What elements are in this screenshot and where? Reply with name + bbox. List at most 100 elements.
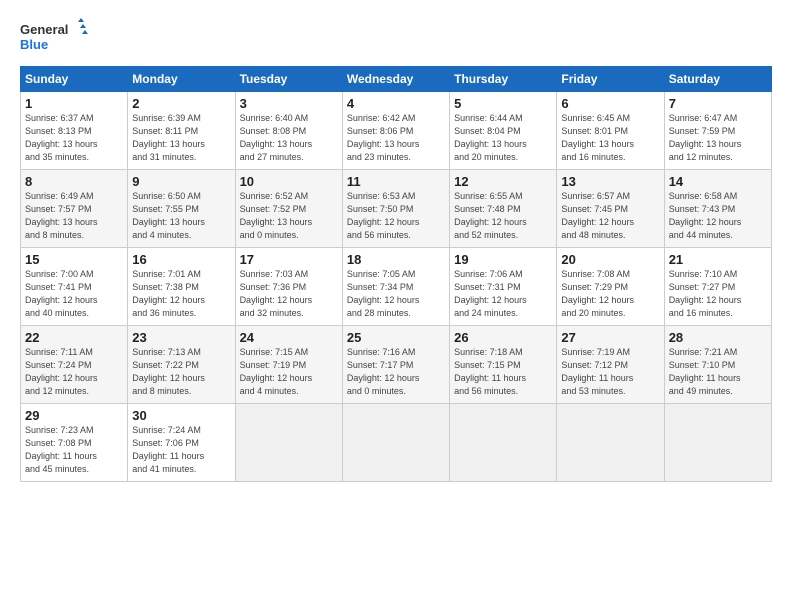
day-number: 24 (240, 330, 338, 345)
day-info: Sunrise: 6:49 AMSunset: 7:57 PMDaylight:… (25, 190, 123, 242)
col-header-thursday: Thursday (450, 67, 557, 92)
day-info: Sunrise: 7:05 AMSunset: 7:34 PMDaylight:… (347, 268, 445, 320)
day-info: Sunrise: 7:03 AMSunset: 7:36 PMDaylight:… (240, 268, 338, 320)
col-header-wednesday: Wednesday (342, 67, 449, 92)
day-info: Sunrise: 7:23 AMSunset: 7:08 PMDaylight:… (25, 424, 123, 476)
day-info: Sunrise: 6:42 AMSunset: 8:06 PMDaylight:… (347, 112, 445, 164)
day-cell: 5Sunrise: 6:44 AMSunset: 8:04 PMDaylight… (450, 92, 557, 170)
week-row-2: 8Sunrise: 6:49 AMSunset: 7:57 PMDaylight… (21, 170, 772, 248)
day-cell: 22Sunrise: 7:11 AMSunset: 7:24 PMDayligh… (21, 326, 128, 404)
col-header-saturday: Saturday (664, 67, 771, 92)
day-number: 10 (240, 174, 338, 189)
day-number: 11 (347, 174, 445, 189)
calendar-table: SundayMondayTuesdayWednesdayThursdayFrid… (20, 66, 772, 482)
day-info: Sunrise: 7:13 AMSunset: 7:22 PMDaylight:… (132, 346, 230, 398)
day-info: Sunrise: 7:19 AMSunset: 7:12 PMDaylight:… (561, 346, 659, 398)
day-number: 23 (132, 330, 230, 345)
day-number: 13 (561, 174, 659, 189)
day-cell (664, 404, 771, 482)
day-cell: 26Sunrise: 7:18 AMSunset: 7:15 PMDayligh… (450, 326, 557, 404)
day-info: Sunrise: 6:52 AMSunset: 7:52 PMDaylight:… (240, 190, 338, 242)
day-info: Sunrise: 7:00 AMSunset: 7:41 PMDaylight:… (25, 268, 123, 320)
day-cell: 27Sunrise: 7:19 AMSunset: 7:12 PMDayligh… (557, 326, 664, 404)
day-cell: 13Sunrise: 6:57 AMSunset: 7:45 PMDayligh… (557, 170, 664, 248)
day-number: 12 (454, 174, 552, 189)
col-header-friday: Friday (557, 67, 664, 92)
day-cell: 1Sunrise: 6:37 AMSunset: 8:13 PMDaylight… (21, 92, 128, 170)
day-number: 16 (132, 252, 230, 267)
day-number: 18 (347, 252, 445, 267)
day-cell: 30Sunrise: 7:24 AMSunset: 7:06 PMDayligh… (128, 404, 235, 482)
day-info: Sunrise: 6:44 AMSunset: 8:04 PMDaylight:… (454, 112, 552, 164)
header: General Blue (20, 18, 772, 56)
week-row-1: 1Sunrise: 6:37 AMSunset: 8:13 PMDaylight… (21, 92, 772, 170)
day-cell: 6Sunrise: 6:45 AMSunset: 8:01 PMDaylight… (557, 92, 664, 170)
day-number: 21 (669, 252, 767, 267)
day-number: 1 (25, 96, 123, 111)
day-info: Sunrise: 7:24 AMSunset: 7:06 PMDaylight:… (132, 424, 230, 476)
day-cell: 25Sunrise: 7:16 AMSunset: 7:17 PMDayligh… (342, 326, 449, 404)
day-cell: 23Sunrise: 7:13 AMSunset: 7:22 PMDayligh… (128, 326, 235, 404)
day-number: 3 (240, 96, 338, 111)
day-info: Sunrise: 6:53 AMSunset: 7:50 PMDaylight:… (347, 190, 445, 242)
day-info: Sunrise: 6:55 AMSunset: 7:48 PMDaylight:… (454, 190, 552, 242)
day-info: Sunrise: 7:10 AMSunset: 7:27 PMDaylight:… (669, 268, 767, 320)
day-cell: 3Sunrise: 6:40 AMSunset: 8:08 PMDaylight… (235, 92, 342, 170)
day-cell: 9Sunrise: 6:50 AMSunset: 7:55 PMDaylight… (128, 170, 235, 248)
day-info: Sunrise: 7:18 AMSunset: 7:15 PMDaylight:… (454, 346, 552, 398)
day-number: 8 (25, 174, 123, 189)
day-info: Sunrise: 6:47 AMSunset: 7:59 PMDaylight:… (669, 112, 767, 164)
day-cell: 21Sunrise: 7:10 AMSunset: 7:27 PMDayligh… (664, 248, 771, 326)
day-number: 17 (240, 252, 338, 267)
day-number: 29 (25, 408, 123, 423)
day-info: Sunrise: 7:08 AMSunset: 7:29 PMDaylight:… (561, 268, 659, 320)
col-header-monday: Monday (128, 67, 235, 92)
day-number: 5 (454, 96, 552, 111)
day-number: 20 (561, 252, 659, 267)
day-info: Sunrise: 6:37 AMSunset: 8:13 PMDaylight:… (25, 112, 123, 164)
day-cell: 10Sunrise: 6:52 AMSunset: 7:52 PMDayligh… (235, 170, 342, 248)
day-cell (342, 404, 449, 482)
day-cell: 17Sunrise: 7:03 AMSunset: 7:36 PMDayligh… (235, 248, 342, 326)
day-cell (557, 404, 664, 482)
day-cell: 18Sunrise: 7:05 AMSunset: 7:34 PMDayligh… (342, 248, 449, 326)
day-cell: 20Sunrise: 7:08 AMSunset: 7:29 PMDayligh… (557, 248, 664, 326)
logo: General Blue (20, 18, 90, 56)
col-header-tuesday: Tuesday (235, 67, 342, 92)
day-info: Sunrise: 7:01 AMSunset: 7:38 PMDaylight:… (132, 268, 230, 320)
day-cell: 4Sunrise: 6:42 AMSunset: 8:06 PMDaylight… (342, 92, 449, 170)
day-number: 4 (347, 96, 445, 111)
day-number: 30 (132, 408, 230, 423)
day-number: 19 (454, 252, 552, 267)
day-number: 6 (561, 96, 659, 111)
day-number: 15 (25, 252, 123, 267)
day-cell: 11Sunrise: 6:53 AMSunset: 7:50 PMDayligh… (342, 170, 449, 248)
day-cell: 12Sunrise: 6:55 AMSunset: 7:48 PMDayligh… (450, 170, 557, 248)
day-number: 7 (669, 96, 767, 111)
day-cell: 24Sunrise: 7:15 AMSunset: 7:19 PMDayligh… (235, 326, 342, 404)
day-info: Sunrise: 6:50 AMSunset: 7:55 PMDaylight:… (132, 190, 230, 242)
day-number: 27 (561, 330, 659, 345)
day-cell: 19Sunrise: 7:06 AMSunset: 7:31 PMDayligh… (450, 248, 557, 326)
day-cell: 29Sunrise: 7:23 AMSunset: 7:08 PMDayligh… (21, 404, 128, 482)
header-row: SundayMondayTuesdayWednesdayThursdayFrid… (21, 67, 772, 92)
day-number: 22 (25, 330, 123, 345)
day-info: Sunrise: 7:15 AMSunset: 7:19 PMDaylight:… (240, 346, 338, 398)
day-number: 2 (132, 96, 230, 111)
week-row-3: 15Sunrise: 7:00 AMSunset: 7:41 PMDayligh… (21, 248, 772, 326)
day-number: 25 (347, 330, 445, 345)
week-row-4: 22Sunrise: 7:11 AMSunset: 7:24 PMDayligh… (21, 326, 772, 404)
day-info: Sunrise: 6:57 AMSunset: 7:45 PMDaylight:… (561, 190, 659, 242)
day-cell: 14Sunrise: 6:58 AMSunset: 7:43 PMDayligh… (664, 170, 771, 248)
svg-text:General: General (20, 22, 68, 37)
day-info: Sunrise: 7:16 AMSunset: 7:17 PMDaylight:… (347, 346, 445, 398)
day-number: 28 (669, 330, 767, 345)
day-number: 9 (132, 174, 230, 189)
calendar-page: General Blue SundayMondayTuesdayWednesda… (0, 0, 792, 612)
day-cell: 16Sunrise: 7:01 AMSunset: 7:38 PMDayligh… (128, 248, 235, 326)
day-info: Sunrise: 6:45 AMSunset: 8:01 PMDaylight:… (561, 112, 659, 164)
week-row-5: 29Sunrise: 7:23 AMSunset: 7:08 PMDayligh… (21, 404, 772, 482)
day-cell (235, 404, 342, 482)
day-cell: 8Sunrise: 6:49 AMSunset: 7:57 PMDaylight… (21, 170, 128, 248)
day-cell: 28Sunrise: 7:21 AMSunset: 7:10 PMDayligh… (664, 326, 771, 404)
